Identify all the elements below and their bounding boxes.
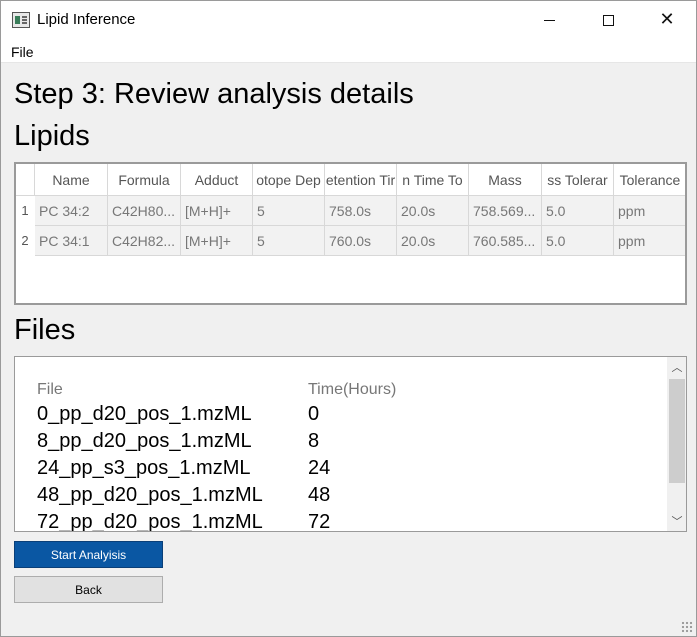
column-header-tolerance-unit[interactable]: Tolerance — [614, 164, 685, 196]
minimize-button[interactable] — [520, 1, 578, 39]
file-time: 48 — [308, 484, 331, 506]
file-name: 48_pp_d20_pos_1.mzML — [37, 484, 263, 506]
window-title: Lipid Inference — [37, 11, 136, 28]
row-number: 1 — [16, 196, 34, 226]
table-cell[interactable]: 5.0 — [542, 196, 614, 226]
files-scrollbar[interactable]: ︿ ﹀ — [667, 357, 686, 531]
table-cell[interactable]: C42H80... — [108, 196, 181, 226]
menu-item-file[interactable]: File — [11, 44, 34, 60]
close-icon: ✕ — [659, 9, 675, 30]
file-name: 0_pp_d20_pos_1.mzML — [37, 403, 252, 425]
scroll-down-icon[interactable]: ﹀ — [667, 511, 686, 531]
table-corner — [16, 164, 35, 196]
minimize-icon — [543, 19, 555, 21]
app-window: Lipid Inference ✕ File Step 3: Review an… — [0, 0, 697, 637]
table-cell[interactable]: PC 34:2 — [35, 196, 108, 226]
scroll-up-icon[interactable]: ︿ — [667, 357, 686, 377]
lipids-table-header: Name Formula Adduct otope Dep etention T… — [16, 164, 685, 196]
file-name: 72_pp_d20_pos_1.mzML — [37, 511, 263, 532]
table-cell[interactable]: 5 — [253, 226, 325, 256]
table-cell[interactable]: 5 — [253, 196, 325, 226]
table-cell[interactable]: ppm — [614, 226, 685, 256]
lipids-section-title: Lipids — [14, 120, 90, 152]
lipids-table[interactable]: Name Formula Adduct otope Dep etention T… — [14, 162, 687, 305]
table-cell[interactable]: C42H82... — [108, 226, 181, 256]
scrollbar-thumb[interactable] — [669, 379, 685, 483]
close-button[interactable]: ✕ — [638, 1, 696, 39]
table-cell[interactable]: ppm — [614, 196, 685, 226]
file-time: 24 — [308, 457, 331, 479]
file-time: 0 — [308, 403, 320, 425]
column-header-isotope-depth[interactable]: otope Dep — [253, 164, 325, 196]
file-name: 8_pp_d20_pos_1.mzML — [37, 430, 252, 452]
maximize-button[interactable] — [579, 1, 637, 39]
column-header-mass-tolerance[interactable]: ss Tolerar — [542, 164, 614, 196]
table-row[interactable]: 2 PC 34:1 C42H82... [M+H]+ 5 760.0s 20.0… — [16, 226, 685, 256]
column-header-adduct[interactable]: Adduct — [181, 164, 253, 196]
files-header-file: File — [37, 381, 63, 398]
table-cell[interactable]: [M+H]+ — [181, 226, 253, 256]
column-header-retention-time[interactable]: etention Tir — [325, 164, 397, 196]
maximize-icon — [602, 14, 614, 26]
table-row[interactable]: 1 PC 34:2 C42H80... [M+H]+ 5 758.0s 20.0… — [16, 196, 685, 226]
table-cell[interactable]: 758.0s — [325, 196, 397, 226]
file-time: 8 — [308, 430, 320, 452]
table-cell[interactable]: 5.0 — [542, 226, 614, 256]
column-header-retention-time-tolerance[interactable]: n Time To — [397, 164, 469, 196]
column-header-mass[interactable]: Mass — [469, 164, 542, 196]
table-cell[interactable]: 758.569... — [469, 196, 542, 226]
table-cell[interactable]: [M+H]+ — [181, 196, 253, 226]
column-header-formula[interactable]: Formula — [108, 164, 181, 196]
files-list[interactable]: File Time(Hours) 0_pp_d20_pos_1.mzML 0 8… — [14, 356, 687, 532]
table-cell[interactable]: 20.0s — [397, 196, 469, 226]
file-name: 24_pp_s3_pos_1.mzML — [37, 457, 251, 479]
menu-bar: File — [1, 39, 696, 63]
files-section-title: Files — [14, 314, 76, 346]
step-title: Step 3: Review analysis details — [14, 78, 414, 110]
row-number: 2 — [16, 226, 34, 256]
title-bar[interactable]: Lipid Inference ✕ — [1, 1, 696, 39]
table-cell[interactable]: PC 34:1 — [35, 226, 108, 256]
resize-grip-icon[interactable] — [681, 621, 693, 633]
back-button[interactable]: Back — [14, 576, 163, 603]
column-header-name[interactable]: Name — [35, 164, 108, 196]
start-analysis-button[interactable]: Start Analyisis — [14, 541, 163, 568]
files-header-time: Time(Hours) — [308, 381, 397, 398]
table-cell[interactable]: 760.0s — [325, 226, 397, 256]
table-cell[interactable]: 20.0s — [397, 226, 469, 256]
file-time: 72 — [308, 511, 331, 532]
table-cell[interactable]: 760.585... — [469, 226, 542, 256]
app-icon — [12, 12, 30, 28]
